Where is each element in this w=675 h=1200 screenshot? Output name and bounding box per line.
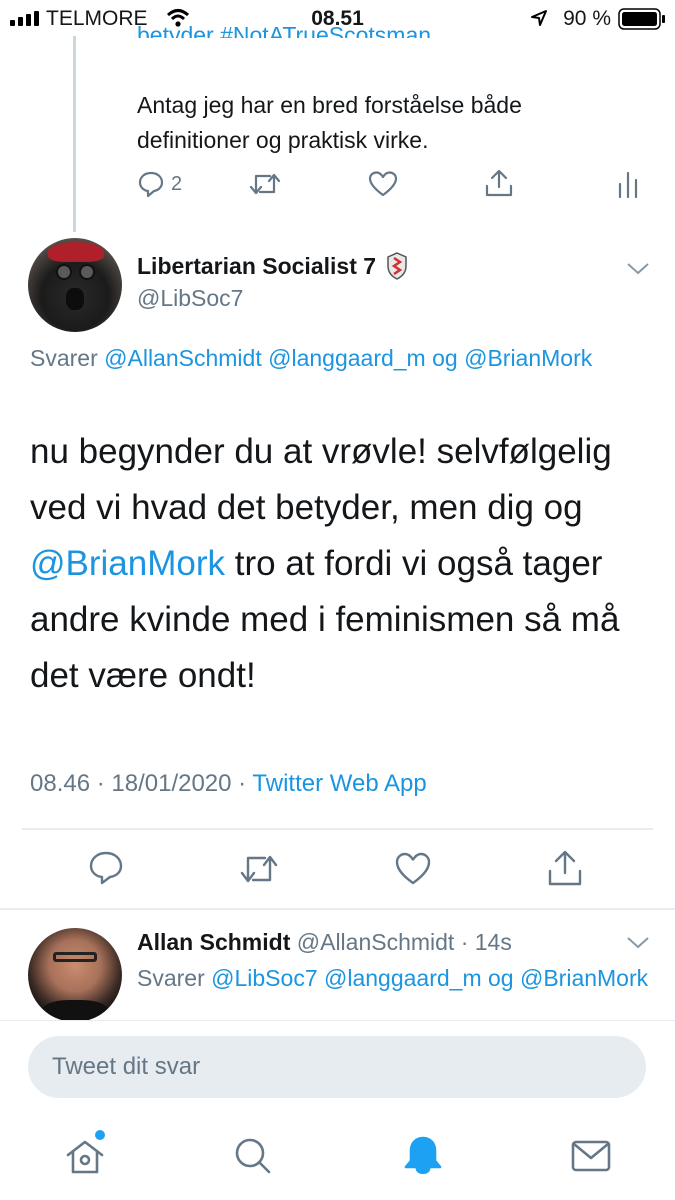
shield-emoji-icon — [387, 252, 407, 280]
previous-tweet-cut-text: betyder #NotATrueScotsman — [137, 22, 432, 38]
tweet-text: nu begynder du at vrøvle! selvfølgelig v… — [30, 424, 655, 704]
replying-prefix: Svarer — [30, 345, 98, 371]
reply-author-name[interactable]: Allan Schmidt — [137, 929, 290, 955]
previous-tweet-text: Antag jeg har en bred forståelse både de… — [137, 88, 637, 158]
mail-icon[interactable] — [570, 1138, 612, 1174]
divider — [0, 908, 675, 910]
author-line: Libertarian Socialist 7 — [137, 251, 408, 281]
notification-dot — [95, 1130, 105, 1140]
like-icon[interactable] — [368, 170, 398, 198]
thread-connector — [73, 36, 76, 232]
reply-replying-to: Svarer @LibSoc7 @langgaard_m og @BrianMo… — [137, 960, 657, 1020]
chevron-down-icon[interactable] — [626, 936, 650, 950]
like-icon[interactable] — [394, 851, 432, 887]
mention-link[interactable]: @BrianMork — [520, 965, 648, 991]
author-handle[interactable]: @LibSoc7 — [137, 285, 243, 312]
mention-link[interactable]: @langgaard_m — [324, 965, 482, 991]
tweet-meta: 08.46 · 18/01/2020 · Twitter Web App — [30, 770, 427, 798]
bell-icon[interactable] — [402, 1134, 444, 1178]
battery-percentage: 90 % — [563, 7, 611, 30]
reply-count: 2 — [171, 172, 183, 195]
previous-tweet-actions: 2 — [137, 166, 647, 202]
tweet-source[interactable]: Twitter Web App — [252, 770, 426, 797]
tab-bar — [0, 1118, 675, 1200]
chevron-down-icon[interactable] — [626, 262, 650, 276]
search-icon[interactable] — [233, 1136, 273, 1176]
avatar[interactable] — [28, 238, 122, 332]
reply-icon — [138, 171, 164, 198]
replying-conjunction: og — [432, 345, 458, 371]
reply-input[interactable]: Tweet dit svar — [28, 1036, 646, 1098]
divider — [22, 828, 653, 830]
share-icon[interactable] — [546, 849, 584, 887]
tweet-actions — [70, 846, 600, 892]
mention-link[interactable]: @langgaard_m — [268, 345, 426, 371]
previous-tweet-line: Antag jeg har en bred forståelse både — [137, 92, 522, 118]
mention-link[interactable]: @LibSoc7 — [211, 965, 317, 991]
replying-conjunction: og — [488, 965, 514, 991]
retweet-icon[interactable] — [248, 170, 282, 198]
replying-to: Svarer @AllanSchmidt @langgaard_m og @Br… — [30, 340, 650, 377]
avatar[interactable] — [28, 928, 122, 1022]
previous-tweet-line: definitioner og praktisk virke. — [137, 127, 429, 153]
home-icon[interactable] — [64, 1136, 106, 1176]
tweet-text-part: nu begynder du at vrøvle! selvfølgelig v… — [30, 432, 612, 527]
reply-icon[interactable] — [88, 850, 124, 886]
replying-prefix: Svarer — [137, 965, 205, 991]
mention-link[interactable]: @BrianMork — [464, 345, 592, 371]
mention-link[interactable]: @AllanSchmidt — [104, 345, 262, 371]
retweet-icon[interactable] — [238, 851, 280, 887]
tweet-timestamp[interactable]: 08.46 · 18/01/2020 · — [30, 770, 246, 797]
author-name[interactable]: Libertarian Socialist 7 — [137, 253, 376, 280]
reply-author-handle[interactable]: @AllanSchmidt — [297, 929, 455, 955]
share-icon[interactable] — [484, 168, 514, 198]
battery-icon — [618, 8, 665, 30]
location-arrow-icon — [531, 10, 547, 26]
mention-link[interactable]: @BrianMork — [30, 544, 225, 583]
reply-button[interactable]: 2 — [137, 166, 182, 202]
reply-author-line: Allan Schmidt @AllanSchmidt · 14s — [137, 929, 512, 956]
reply-time[interactable]: · 14s — [461, 929, 512, 955]
analytics-icon[interactable] — [617, 170, 639, 198]
